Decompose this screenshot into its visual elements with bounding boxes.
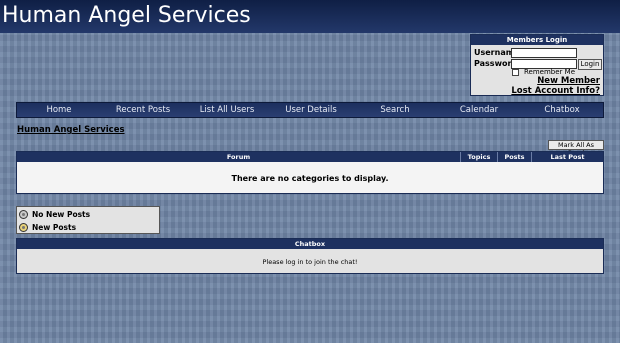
remember-me-checkbox[interactable] <box>512 69 519 76</box>
no-new-posts-icon <box>19 210 28 219</box>
forum-table-header: Forum Topics Posts Last Post <box>17 152 603 162</box>
column-forum: Forum <box>226 153 251 161</box>
column-topics: Topics <box>460 152 497 162</box>
username-input[interactable] <box>511 48 577 58</box>
forum-table: Forum Topics Posts Last Post There are n… <box>16 151 604 194</box>
chatbox-login-message: Please log in to join the chat! <box>262 258 358 266</box>
new-member-link[interactable]: New Member <box>537 76 600 86</box>
empty-categories-message: There are no categories to display. <box>231 174 389 183</box>
top-banner: Human Angel Services <box>0 0 620 33</box>
column-posts: Posts <box>497 152 531 162</box>
login-button[interactable]: Login <box>578 59 602 70</box>
column-last-post: Last Post <box>531 152 603 162</box>
chatbox-panel: Chatbox Please log in to join the chat! <box>16 238 604 274</box>
legend-item: New Posts <box>19 222 76 233</box>
legend-label: No New Posts <box>32 210 91 219</box>
chatbox-heading: Chatbox <box>17 239 603 249</box>
login-heading: Members Login <box>471 35 603 45</box>
legend-label: New Posts <box>32 223 77 232</box>
nav-list-all-users[interactable]: List All Users <box>185 103 269 117</box>
nav-search[interactable]: Search <box>353 103 437 117</box>
nav-user-details[interactable]: User Details <box>269 103 353 117</box>
nav-home[interactable]: Home <box>17 103 101 117</box>
main-navbar: Home Recent Posts List All Users User De… <box>16 102 604 118</box>
breadcrumb[interactable]: Human Angel Services <box>17 125 125 135</box>
remember-me-label: Remember Me <box>524 68 575 76</box>
mark-all-read-button[interactable]: Mark All As Read <box>548 140 604 157</box>
new-posts-icon <box>19 223 28 232</box>
site-title: Human Angel Services <box>2 3 251 28</box>
nav-recent-posts[interactable]: Recent Posts <box>101 103 185 117</box>
nav-calendar[interactable]: Calendar <box>437 103 521 117</box>
lost-account-link[interactable]: Lost Account Info? <box>511 86 600 96</box>
legend-item: No New Posts <box>19 209 90 220</box>
members-login-box: Members Login Username Password Login Re… <box>470 34 604 96</box>
post-legend: No New Posts New Posts <box>16 206 160 234</box>
nav-chatbox[interactable]: Chatbox <box>521 103 603 117</box>
